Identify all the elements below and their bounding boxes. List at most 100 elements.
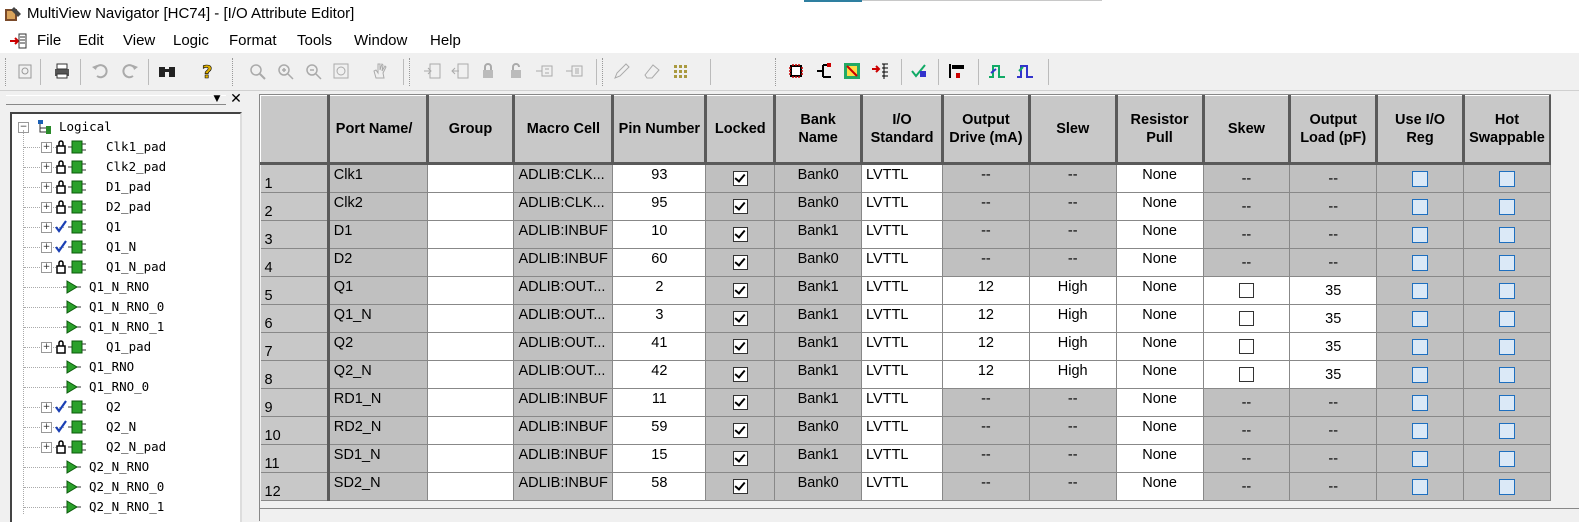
checkbox[interactable] (1498, 198, 1515, 215)
port-name-cell[interactable]: SD1_N (328, 444, 428, 473)
io-standard-cell[interactable]: LVTTL (861, 192, 943, 221)
pin-number-cell[interactable]: 41 (612, 332, 707, 361)
checkbox[interactable] (1498, 254, 1515, 271)
resistor-pull-cell[interactable]: None (1116, 472, 1204, 501)
output-drive-cell[interactable]: -- (942, 416, 1030, 445)
skew-checkbox[interactable] (1238, 311, 1254, 327)
slew-cell[interactable]: -- (1029, 416, 1117, 445)
output-drive-cell[interactable]: -- (942, 163, 1030, 193)
resistor-pull-cell[interactable]: None (1116, 332, 1204, 361)
column-header[interactable]: Use I/O Reg (1376, 95, 1465, 165)
tree-item[interactable]: + Q2 (12, 397, 238, 417)
resistor-pull-cell[interactable]: None (1116, 192, 1204, 221)
io-standard-cell[interactable]: LVTTL (861, 416, 943, 445)
pin-number-cell[interactable]: 42 (612, 360, 707, 389)
checkbox[interactable] (1498, 310, 1515, 327)
print-icon[interactable] (50, 59, 74, 83)
column-header[interactable]: Bank Name (774, 95, 864, 165)
group-cell[interactable] (427, 444, 515, 473)
waveform-icon[interactable] (985, 59, 1009, 83)
output-drive-cell[interactable]: -- (942, 388, 1030, 417)
table-row[interactable]: 4 D2 ADLIB:INBUF 60 Bank0 LVTTL -- -- None -- -- (260, 248, 1552, 277)
group-cell[interactable] (427, 472, 515, 501)
pin-number-cell[interactable]: 58 (612, 472, 707, 501)
eraser-icon[interactable] (640, 59, 664, 83)
column-header[interactable]: Locked (705, 95, 777, 165)
port-name-cell[interactable]: D2 (328, 248, 428, 277)
expand-icon[interactable]: + (41, 162, 52, 173)
tree-item[interactable]: + Q2_N (12, 417, 238, 437)
locked-checkbox[interactable] (705, 248, 776, 277)
checkbox[interactable] (1498, 170, 1515, 187)
io-standard-cell[interactable]: LVTTL (861, 332, 943, 361)
checkbox[interactable] (732, 255, 748, 271)
corner-header[interactable] (260, 95, 330, 165)
checkbox[interactable] (1498, 366, 1515, 383)
use-io-reg-checkbox[interactable] (1376, 304, 1464, 333)
port-name-cell[interactable]: Q2 (328, 332, 428, 361)
row-number[interactable]: 5 (260, 276, 330, 305)
slew-cell[interactable]: High (1029, 276, 1117, 305)
row-number[interactable]: 1 (260, 163, 330, 193)
skew-cell[interactable] (1203, 276, 1291, 305)
unlock-icon[interactable] (504, 59, 528, 83)
group-cell[interactable] (427, 163, 515, 193)
io-standard-cell[interactable]: LVTTL (861, 388, 943, 417)
output-load-cell[interactable]: -- (1289, 444, 1378, 473)
resistor-pull-cell[interactable]: None (1116, 163, 1204, 193)
pin-number-cell[interactable]: 3 (612, 304, 707, 333)
tree-item[interactable]: + D2_pad (12, 197, 238, 217)
checkbox[interactable] (1412, 226, 1429, 243)
menu-help[interactable]: Help (430, 32, 461, 49)
column-header[interactable]: Resistor Pull (1115, 95, 1205, 165)
checkbox[interactable] (732, 395, 748, 411)
pin-number-cell[interactable]: 60 (612, 248, 707, 277)
checkbox[interactable] (1412, 170, 1429, 187)
logical-tree[interactable]: − Logical + Clk1_pad + Clk2_pad + D1_pad + D2_p… (10, 112, 242, 522)
bank-name-cell[interactable]: Bank1 (774, 360, 863, 389)
port-name-cell[interactable]: Q1_N (328, 304, 428, 333)
use-io-reg-checkbox[interactable] (1376, 332, 1464, 361)
slew-cell[interactable]: High (1029, 304, 1117, 333)
io-standard-cell[interactable]: LVTTL (861, 472, 943, 501)
macro-cell[interactable]: ADLIB:OUT... (513, 304, 614, 333)
io-standard-cell[interactable]: LVTTL (861, 163, 943, 193)
menu-tools[interactable]: Tools (297, 32, 332, 49)
use-io-reg-checkbox[interactable] (1376, 360, 1464, 389)
resistor-pull-cell[interactable]: None (1116, 276, 1204, 305)
tree-item[interactable]: Q1_N_RNO_0 (12, 297, 238, 317)
hot-swappable-checkbox[interactable] (1463, 416, 1552, 445)
expand-icon[interactable]: + (41, 242, 52, 253)
column-header[interactable]: Macro Cell (513, 95, 615, 165)
row-number[interactable]: 7 (260, 332, 330, 361)
macro-cell[interactable]: ADLIB:INBUF (513, 248, 614, 277)
output-load-cell[interactable]: 35 (1289, 304, 1378, 333)
row-number[interactable]: 6 (260, 304, 330, 333)
help-icon[interactable]: ? (195, 59, 219, 83)
menu-edit[interactable]: Edit (78, 32, 104, 49)
output-load-cell[interactable]: -- (1289, 388, 1378, 417)
zoom-fit-icon[interactable] (329, 59, 353, 83)
redo-icon[interactable] (118, 59, 142, 83)
hot-swappable-checkbox[interactable] (1463, 163, 1552, 193)
tree-item[interactable]: + Q1_N_pad (12, 257, 238, 277)
table-row[interactable]: 3 D1 ADLIB:INBUF 10 Bank1 LVTTL -- -- None -- -- (260, 220, 1552, 249)
zoom-out-icon[interactable] (301, 59, 325, 83)
checkbox[interactable] (1498, 338, 1515, 355)
zoom-region-icon[interactable] (245, 59, 269, 83)
add-net-icon[interactable] (448, 59, 472, 83)
bank-name-cell[interactable]: Bank0 (774, 416, 863, 445)
table-row[interactable]: 7 Q2 ADLIB:OUT... 41 Bank1 LVTTL 12 High None 35 (260, 332, 1552, 361)
resistor-pull-cell[interactable]: None (1116, 248, 1204, 277)
tree-item[interactable]: + Clk1_pad (12, 137, 238, 157)
column-header[interactable]: Slew (1028, 95, 1118, 165)
row-number[interactable]: 8 (260, 360, 330, 389)
row-number[interactable]: 10 (260, 416, 330, 445)
output-load-cell[interactable]: 35 (1289, 332, 1378, 361)
checkbox[interactable] (1412, 254, 1429, 271)
output-drive-cell[interactable]: -- (942, 220, 1030, 249)
output-drive-cell[interactable]: -- (942, 192, 1030, 221)
output-load-cell[interactable]: -- (1289, 472, 1378, 501)
macro-cell[interactable]: ADLIB:INBUF (513, 472, 614, 501)
bank-name-cell[interactable]: Bank1 (774, 388, 863, 417)
